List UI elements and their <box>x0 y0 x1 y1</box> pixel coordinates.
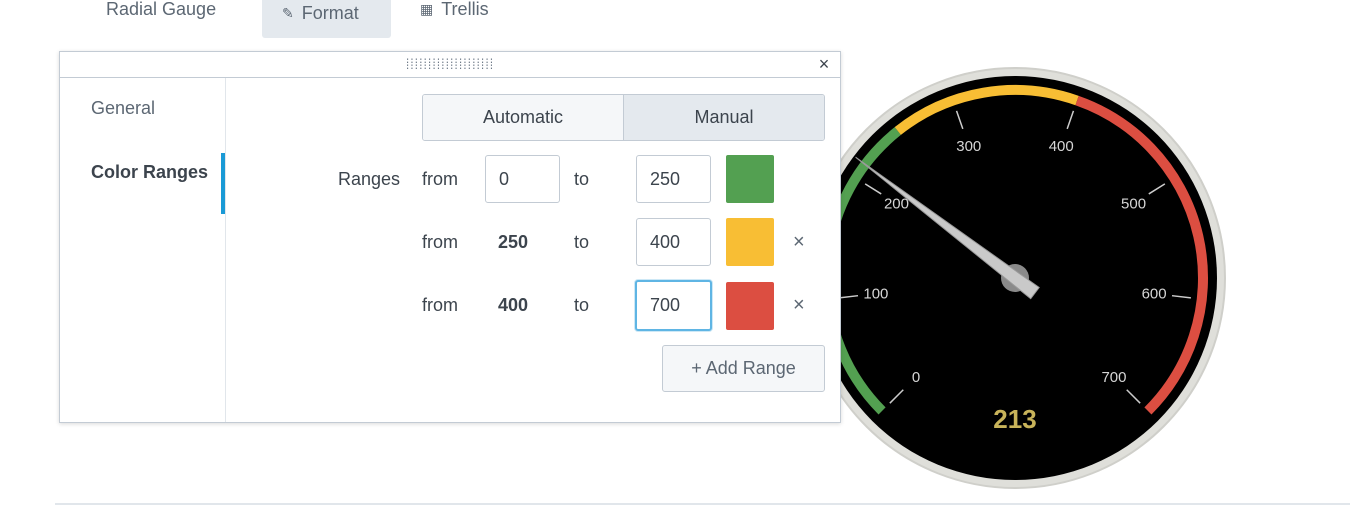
gauge-tick <box>1148 183 1166 195</box>
range-from-input[interactable]: 0 <box>485 155 560 203</box>
color-swatch-yellow[interactable] <box>726 218 774 266</box>
gauge-band-red <box>1075 95 1208 415</box>
sidebar-item-general[interactable]: General <box>91 98 155 119</box>
range-from-value: 400 <box>498 295 529 315</box>
gauge-face <box>813 76 1217 480</box>
gauge-value: 213 <box>993 404 1036 434</box>
gauge-tick <box>1126 389 1141 404</box>
range-to-input[interactable]: 700 <box>635 280 712 331</box>
toolbar: Radial Gauge ✎ Format ▦ Trellis <box>0 0 1372 40</box>
gauge-color-bands <box>822 85 1208 415</box>
add-range-button[interactable]: + Add Range <box>662 345 825 392</box>
format-sidebar: General Color Ranges <box>60 78 226 422</box>
gauge-tick <box>955 110 964 130</box>
panel-divider <box>55 503 1350 505</box>
remove-range-button[interactable]: × <box>793 231 805 254</box>
gauge-tick-label: 500 <box>1121 196 1146 213</box>
trellis-tab[interactable]: ▦ Trellis <box>420 0 489 30</box>
gauge-band-yellow <box>894 85 1079 135</box>
range-from-value: 250 <box>498 232 529 252</box>
gauge-tick <box>889 389 904 404</box>
to-label: to <box>574 232 590 252</box>
gauge-needle-pointer <box>855 156 1040 300</box>
format-tab[interactable]: ✎ Format <box>262 0 391 38</box>
format-label: Format <box>301 2 359 23</box>
format-popover: ::::::::::::::::::::::::::::::::::::::::… <box>59 51 841 423</box>
gauge-ticks <box>839 110 1191 404</box>
gauge-tick-label: 100 <box>863 286 888 303</box>
gauge-tick <box>864 183 882 195</box>
gauge-tick <box>839 294 859 299</box>
gauge-tick <box>1171 294 1191 299</box>
gauge-tick <box>1066 110 1075 130</box>
close-button[interactable]: × <box>814 54 834 74</box>
sidebar-item-color-ranges[interactable]: Color Ranges <box>91 157 211 187</box>
mode-toggle: Automatic Manual <box>422 94 825 141</box>
to-label: to <box>574 169 590 189</box>
gauge-tick-label: 200 <box>884 196 909 213</box>
manual-button[interactable]: Manual <box>623 95 824 140</box>
ranges-label: Ranges <box>338 169 401 189</box>
gauge-tick-label: 300 <box>956 138 981 155</box>
gauge-bezel <box>804 67 1226 489</box>
gauge-needle <box>855 156 1040 300</box>
brush-icon: ✎ <box>282 4 294 21</box>
from-label: from <box>422 232 458 252</box>
radial-gauge-label: Radial Gauge <box>106 0 217 19</box>
gauge-tick-label: 700 <box>1101 369 1126 386</box>
drag-handle[interactable]: :::::::::::::::::::::::::::::::::::::::: <box>389 57 509 72</box>
sidebar-active-indicator <box>221 153 225 214</box>
automatic-button[interactable]: Automatic <box>423 95 623 140</box>
gauge-tick-label: 600 <box>1142 286 1167 303</box>
range-to-input[interactable]: 250 <box>636 155 711 203</box>
popover-header: ::::::::::::::::::::::::::::::::::::::::… <box>60 52 840 78</box>
gauge-tick-label: 0 <box>912 369 920 386</box>
radial-gauge-tab[interactable]: Radial Gauge <box>106 0 216 30</box>
from-label: from <box>422 295 458 315</box>
trellis-label: Trellis <box>441 0 489 19</box>
trellis-icon: ▦ <box>420 0 434 17</box>
range-to-input[interactable]: 400 <box>636 218 711 266</box>
from-label: from <box>422 169 458 189</box>
gauge-tick-labels: 0 100 200 300 400 500 600 700 <box>863 138 1166 386</box>
remove-range-button[interactable]: × <box>793 294 805 317</box>
to-label: to <box>574 295 590 315</box>
color-swatch-green[interactable] <box>726 155 774 203</box>
gauge-needle-hub <box>1001 264 1029 292</box>
gauge-tick-label: 400 <box>1049 138 1074 155</box>
color-swatch-red[interactable] <box>726 282 774 330</box>
